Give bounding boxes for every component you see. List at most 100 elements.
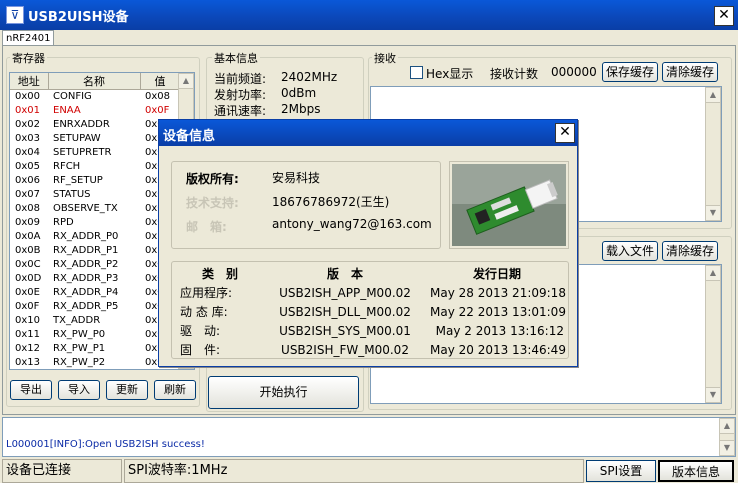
version-ver-cell: USB2ISH_APP_M00.02	[279, 285, 411, 300]
dialog-close-button[interactable]: ✕	[555, 123, 575, 143]
log-area[interactable]: L000001[INFO]:Open USB2ISH success! ▲ ▼	[2, 417, 736, 457]
version-ver-cell: USB2ISH_SYS_M00.01	[279, 323, 411, 338]
connection-status: 设备已连接	[2, 459, 122, 483]
register-addr-cell: 0x04	[15, 147, 41, 158]
import-button[interactable]: 导入	[58, 380, 100, 400]
column-header-value[interactable]: 值	[140, 73, 181, 90]
register-addr-cell: 0x06	[15, 175, 41, 186]
scroll-up-icon[interactable]: ▲	[178, 73, 194, 89]
register-addr-cell: 0x02	[15, 119, 41, 130]
receive-count-label: 接收计数	[490, 67, 539, 81]
version-row: 驱 动: USB2ISH_SYS_M00.01 May 2 2013 13:16:1…	[180, 321, 564, 340]
register-addr-cell: 0x0B	[15, 245, 41, 256]
register-row[interactable]: 0x00 CONFIG 0x08	[10, 90, 180, 104]
receive-group-label: 接收	[372, 50, 398, 66]
register-row[interactable]: 0x08OBSERVE_TX0x00	[10, 202, 180, 216]
title-bar: ⊽ USB2UISH设备 ✕	[0, 0, 738, 30]
hex-display-checkbox[interactable]	[410, 66, 423, 79]
register-row[interactable]: 0x06RF_SETUP0x0F	[10, 174, 180, 188]
register-row[interactable]: 0x12RX_PW_P10x00	[10, 342, 180, 356]
refresh-button[interactable]: 刷新	[154, 380, 196, 400]
register-name-cell: SETUPAW	[53, 133, 101, 144]
release-date-header: 发行日期	[472, 267, 521, 281]
register-row[interactable]: 0x01 ENAA 0x0F	[10, 104, 180, 118]
register-row[interactable]: 0x0CRX_ADDR_P20xC3	[10, 258, 180, 272]
register-addr-cell: 0x11	[15, 329, 41, 340]
register-addr-cell: 0x07	[15, 189, 41, 200]
clear-receive-buffer-button[interactable]: 清除缓存	[662, 62, 718, 82]
register-row[interactable]: 0x11RX_PW_P00x00	[10, 328, 180, 342]
log-scrollbar[interactable]: ▲ ▼	[719, 418, 735, 456]
register-name-cell: RX_PW_P0	[53, 329, 106, 340]
register-addr-cell: 0x13	[15, 357, 41, 368]
version-cat-cell: 应用程序:	[180, 286, 233, 300]
version-ver-cell: USB2ISH_FW_M00.02	[281, 342, 409, 357]
register-val-cell: 0x0F	[145, 105, 170, 116]
load-file-button[interactable]: 载入文件	[602, 241, 658, 261]
hex-display-label: Hex显示	[426, 67, 474, 81]
device-info-dialog: 设备信息 ✕ 版权所有: 安易科技 技术支持: 18676786972(王生) …	[158, 119, 578, 367]
register-addr-cell: 0x03	[15, 133, 41, 144]
receive-scrollbar[interactable]: ▲ ▼	[705, 87, 721, 221]
register-row[interactable]: 0x0ERX_ADDR_P40xC5	[10, 286, 180, 300]
register-row[interactable]: 0x10 TX_ADDR 0x...	[10, 314, 180, 328]
register-addr-cell: 0x0E	[15, 287, 40, 298]
scroll-down-icon[interactable]: ▼	[705, 387, 721, 403]
register-row[interactable]: 0x07STATUS0x0E	[10, 188, 180, 202]
register-row[interactable]: 0x0A RX_ADDR_P0 0x...	[10, 230, 180, 244]
register-row[interactable]: 0x05RFCH0x02	[10, 160, 180, 174]
copyright-label: 版权所有:	[186, 172, 239, 186]
basic-info-group-label: 基本信息	[212, 50, 260, 66]
register-name-cell: CONFIG	[53, 91, 92, 103]
register-addr-cell: 0x05	[15, 161, 41, 172]
register-addr-cell: 0x00	[15, 91, 41, 103]
save-buffer-button[interactable]: 保存缓存	[602, 62, 658, 82]
register-name-cell: RPD	[53, 217, 74, 228]
scroll-down-icon[interactable]: ▼	[705, 205, 721, 221]
dialog-title-bar: 设备信息 ✕	[159, 120, 577, 146]
register-row[interactable]: 0x0FRX_ADDR_P50xC6	[10, 300, 180, 314]
usb-device-image	[452, 164, 566, 246]
clear-send-buffer-button[interactable]: 清除缓存	[662, 241, 718, 261]
scroll-up-icon[interactable]: ▲	[705, 265, 721, 281]
version-date-cell: May 22 2013 13:01:09	[430, 304, 566, 319]
register-name-cell: TX_ADDR	[53, 315, 101, 326]
register-row[interactable]: 0x02ENRXADDR0x03	[10, 118, 180, 132]
version-date-cell: May 20 2013 13:46:49	[430, 342, 566, 357]
version-info-button[interactable]: 版本信息	[658, 460, 734, 482]
register-row[interactable]: 0x04SETUPRETR0x03	[10, 146, 180, 160]
scroll-down-icon[interactable]: ▼	[719, 440, 735, 456]
register-row[interactable]: 0x0B RX_ADDR_P1 0x...	[10, 244, 180, 258]
register-addr-cell: 0x10	[15, 315, 41, 326]
close-window-button[interactable]: ✕	[714, 6, 734, 26]
send-scrollbar[interactable]: ▲ ▼	[705, 265, 721, 403]
version-date-cell: May 2 2013 13:16:12	[435, 323, 564, 338]
device-photo-frame	[449, 161, 569, 249]
spi-settings-button[interactable]: SPI设置	[586, 460, 656, 482]
category-header: 类 别	[201, 267, 238, 281]
scroll-up-icon[interactable]: ▲	[705, 87, 721, 103]
window-title: USB2UISH设备	[28, 10, 129, 25]
power-value: 0dBm	[281, 86, 317, 100]
register-name-cell: RF_SETUP	[53, 175, 103, 186]
column-header-name[interactable]: 名称	[48, 73, 141, 90]
register-row[interactable]: 0x09RPD0x00	[10, 216, 180, 230]
receive-count-value: 000000	[551, 65, 597, 79]
version-cat-cell: 固 件:	[180, 343, 221, 357]
register-val-cell: 0x08	[145, 91, 171, 103]
export-button[interactable]: 导出	[10, 380, 52, 400]
tab-nrf2401[interactable]: nRF2401	[2, 30, 54, 46]
register-name-cell: STATUS	[53, 189, 91, 200]
register-name-cell: ENRXADDR	[53, 119, 110, 130]
start-execute-button[interactable]: 开始执行	[208, 376, 359, 409]
register-row[interactable]: 0x13RX_PW_P20x00	[10, 356, 180, 370]
update-button[interactable]: 更新	[106, 380, 148, 400]
column-header-addr[interactable]: 地址	[10, 73, 49, 90]
register-name-cell: RX_PW_P1	[53, 343, 106, 354]
scroll-up-icon[interactable]: ▲	[719, 418, 735, 434]
version-row: 动 态 库: USB2ISH_DLL_M00.02 May 22 2013 13:0…	[180, 302, 566, 321]
register-row[interactable]: 0x0DRX_ADDR_P30xC4	[10, 272, 180, 286]
register-addr-cell: 0x09	[15, 217, 41, 228]
version-cat-cell: 驱 动:	[180, 324, 221, 338]
register-row[interactable]: 0x03SETUPAW0x03	[10, 132, 180, 146]
